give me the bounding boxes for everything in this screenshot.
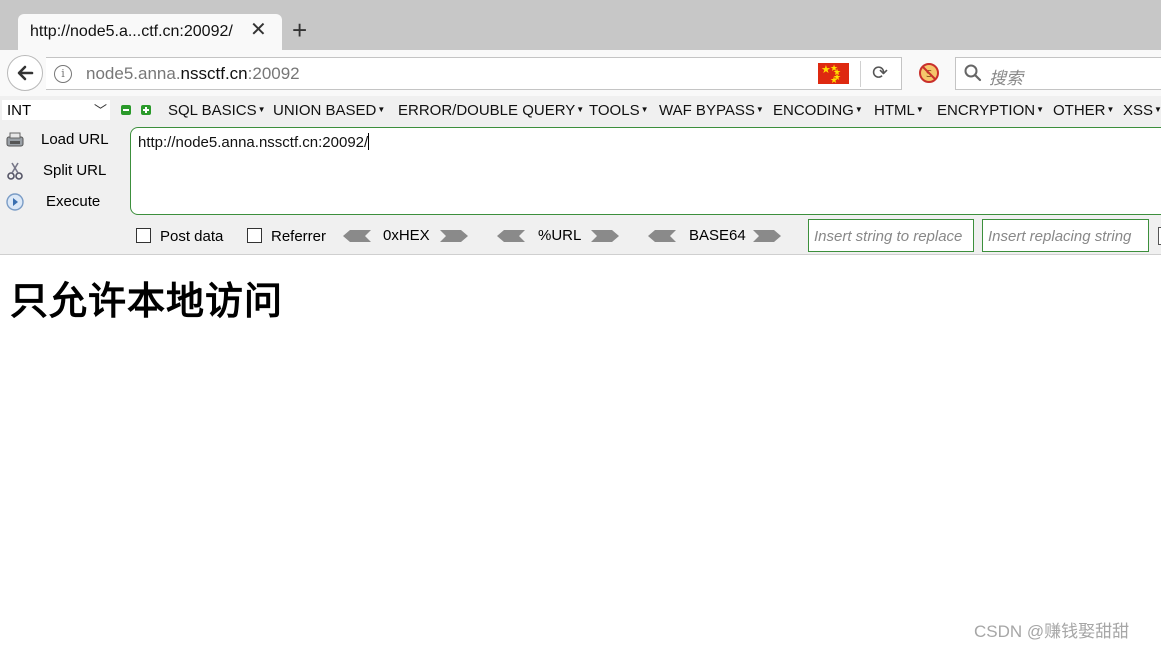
split-url-label: Split URL — [43, 162, 107, 179]
chevron-down-icon: ﹀ — [93, 103, 107, 118]
tab-close-icon[interactable]: ✕ — [250, 20, 267, 40]
url-textarea-value: http://node5.anna.nssctf.cn:20092/ — [138, 133, 370, 151]
replace-string-input[interactable]: Insert string to replace — [808, 219, 974, 252]
replacing-string-placeholder: Insert replacing string — [988, 228, 1132, 245]
base64-decode-arrow-icon[interactable] — [648, 230, 676, 242]
base64-encode-arrow-icon[interactable] — [753, 230, 781, 242]
info-icon[interactable]: i — [54, 65, 72, 83]
noscript-icon[interactable]: S — [918, 62, 940, 84]
post-data-label: Post data — [160, 228, 224, 245]
menu-xss[interactable]: XSS▼ — [1123, 102, 1161, 119]
hackbar-panel: INT ﹀ SQL BASICS▼ UNION BASED▼ ERROR/DOU… — [0, 96, 1161, 255]
execute-label: Execute — [46, 193, 101, 210]
play-icon — [6, 193, 24, 211]
load-url-icon — [6, 132, 24, 147]
tab-title: http://node5.a...ctf.cn:20092/ — [30, 23, 233, 40]
tab-strip: http://node5.a...ctf.cn:20092/ ✕ + — [0, 0, 1161, 50]
minus-icon[interactable] — [121, 105, 131, 115]
menu-union-based[interactable]: UNION BASED▼ — [273, 102, 385, 119]
type-select-value: INT — [7, 102, 32, 119]
base64-label: BASE64 — [689, 227, 746, 244]
menu-encoding[interactable]: ENCODING▼ — [773, 102, 863, 119]
text-caret — [368, 133, 370, 150]
china-flag-icon[interactable]: ★ ★ ★ ★ ★ — [818, 63, 849, 85]
menu-waf-bypass[interactable]: WAF BYPASS▼ — [659, 102, 764, 119]
menu-sql-basics[interactable]: SQL BASICS▼ — [168, 102, 266, 119]
load-url-label: Load URL — [41, 131, 109, 148]
url-encode-arrow-icon[interactable] — [591, 230, 619, 242]
type-select[interactable]: INT ﹀ — [2, 100, 110, 120]
csdn-watermark: CSDN @赚钱娶甜甜 — [974, 622, 1130, 641]
referrer-label: Referrer — [271, 228, 327, 245]
search-icon — [964, 64, 982, 82]
execute-button[interactable]: Execute — [0, 189, 124, 215]
scissors-icon — [7, 162, 23, 180]
url-decode-arrow-icon[interactable] — [497, 230, 525, 242]
search-placeholder: 搜索 — [989, 69, 1023, 88]
menu-html[interactable]: HTML▼ — [874, 102, 924, 119]
menu-error-double-query[interactable]: ERROR/DOUBLE QUERY▼ — [398, 102, 584, 119]
load-url-button[interactable]: Load URL — [0, 127, 124, 153]
menu-encryption[interactable]: ENCRYPTION▼ — [937, 102, 1044, 119]
referrer-checkbox[interactable] — [247, 228, 262, 243]
replace-string-placeholder: Insert string to replace — [814, 228, 963, 245]
hex-encode-arrow-icon[interactable] — [440, 230, 468, 242]
address-bar[interactable]: i node5.anna.nssctf.cn:20092 ★ ★ ★ ★ ★ ⟳ — [46, 57, 902, 90]
back-arrow-icon — [17, 65, 34, 81]
new-tab-icon[interactable]: + — [292, 17, 307, 43]
menu-other[interactable]: OTHER▼ — [1053, 102, 1114, 119]
page-heading: 只允许本地访问 — [10, 279, 284, 323]
reload-icon[interactable]: ⟳ — [872, 62, 888, 85]
address-text[interactable]: node5.anna.nssctf.cn:20092 — [86, 64, 300, 84]
url-textarea[interactable]: http://node5.anna.nssctf.cn:20092/ — [130, 127, 1161, 215]
search-bar[interactable]: 搜索 — [955, 57, 1161, 90]
menu-tools[interactable]: TOOLS▼ — [589, 102, 649, 119]
plus-icon[interactable] — [141, 105, 151, 115]
back-button[interactable] — [7, 55, 43, 91]
browser-tab[interactable]: http://node5.a...ctf.cn:20092/ ✕ — [18, 14, 282, 50]
post-data-checkbox[interactable] — [136, 228, 151, 243]
split-url-button[interactable]: Split URL — [0, 158, 124, 184]
replacing-string-input[interactable]: Insert replacing string — [982, 219, 1149, 252]
hex-decode-arrow-icon[interactable] — [343, 230, 371, 242]
hex-label: 0xHEX — [383, 227, 430, 244]
url-label: %URL — [538, 227, 582, 244]
address-separator — [860, 61, 861, 87]
